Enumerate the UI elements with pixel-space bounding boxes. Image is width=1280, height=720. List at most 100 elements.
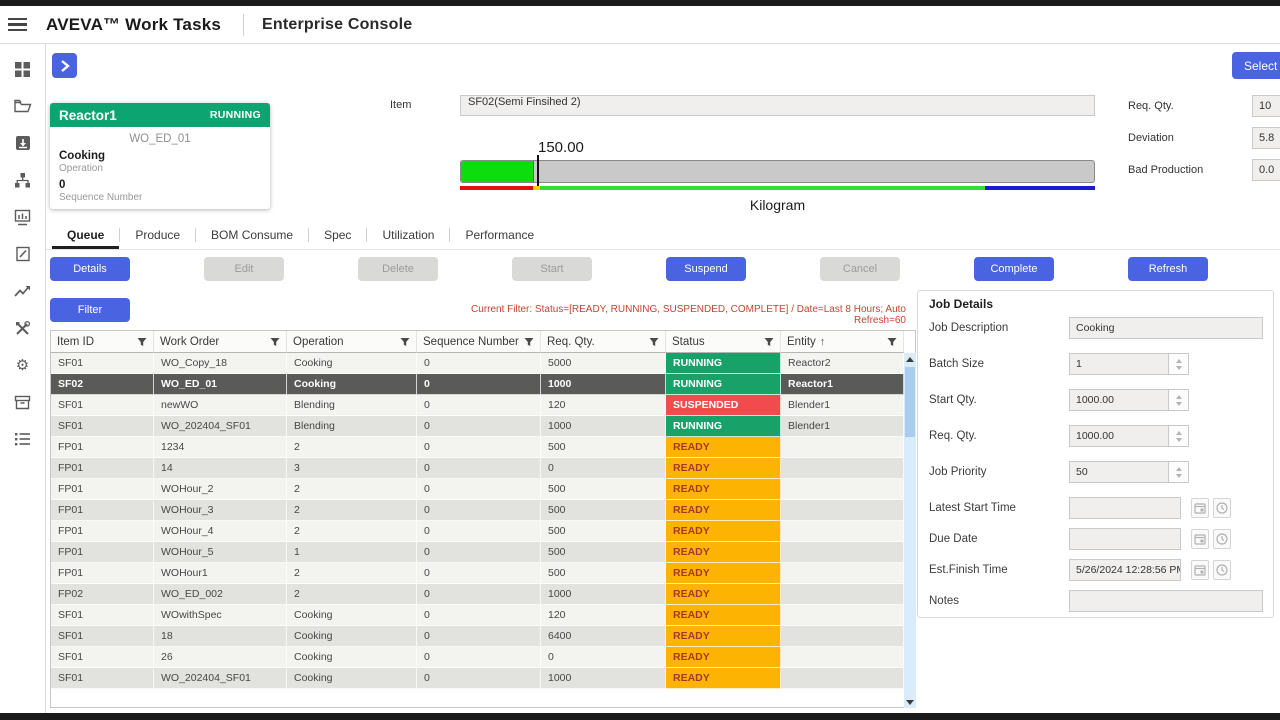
table-scrollbar[interactable] — [904, 353, 916, 708]
job-description-input[interactable]: Cooking — [1069, 317, 1263, 339]
table-row[interactable]: SF01WO_Copy_18Cooking05000RUNNINGReactor… — [51, 353, 904, 374]
filter-funnel-icon[interactable] — [270, 337, 280, 347]
spinner-up-icon[interactable] — [1176, 431, 1182, 435]
tab-queue[interactable]: Queue — [52, 224, 119, 249]
dashboard-icon[interactable] — [14, 60, 32, 78]
tab-performance[interactable]: Performance — [450, 224, 549, 249]
spinner-control[interactable] — [1169, 389, 1189, 411]
kpi-input-req-qty[interactable]: 10 — [1252, 95, 1280, 117]
spinner-down-icon[interactable] — [1176, 402, 1182, 406]
filter-funnel-icon[interactable] — [137, 337, 147, 347]
workflow-icon[interactable] — [14, 171, 32, 189]
table-row[interactable]: FP01WOHour_420500READY — [51, 521, 904, 542]
import-icon[interactable] — [14, 134, 32, 152]
refresh-button[interactable]: Refresh — [1128, 257, 1208, 281]
filter-funnel-icon[interactable] — [649, 337, 659, 347]
table-row[interactable]: SF01WO_202404_SF01Blending01000RUNNINGBl… — [51, 416, 904, 437]
scrollbar-thumb[interactable] — [905, 367, 915, 437]
column-header-label: Req. Qty. — [547, 336, 595, 348]
settings-gear-icon[interactable]: ⚙ — [14, 356, 32, 374]
table-row[interactable]: SF01WOwithSpecCooking0120READY — [51, 605, 904, 626]
kpi-input-deviation[interactable]: 5.8 — [1252, 127, 1280, 149]
due-date-input[interactable] — [1069, 528, 1181, 550]
calendar-icon[interactable] — [1191, 498, 1209, 518]
edit-document-icon[interactable] — [14, 245, 32, 263]
filter-funnel-icon[interactable] — [400, 337, 410, 347]
spinner-up-icon[interactable] — [1176, 359, 1182, 363]
table-row[interactable]: FP02WO_ED_002201000READY — [51, 584, 904, 605]
filter-funnel-icon[interactable] — [524, 337, 534, 347]
tab-spec[interactable]: Spec — [309, 224, 366, 249]
details-button[interactable]: Details — [50, 257, 130, 281]
spinner-up-icon[interactable] — [1176, 395, 1182, 399]
clock-icon[interactable] — [1213, 529, 1231, 549]
scroll-up-icon[interactable] — [904, 353, 916, 365]
kpi-input-bad-production[interactable]: 0.0 — [1252, 159, 1280, 181]
filter-button[interactable]: Filter — [50, 298, 130, 322]
spinner-control[interactable] — [1169, 461, 1189, 483]
spinner-down-icon[interactable] — [1176, 474, 1182, 478]
select-button[interactable]: Select — [1232, 52, 1280, 79]
batch-size-input[interactable]: 1 — [1069, 353, 1169, 375]
content-area: Select Reactor1 RUNNING WO_ED_01 Cooking… — [46, 44, 1280, 713]
latest-start-time-input[interactable] — [1069, 497, 1181, 519]
entity-card[interactable]: Reactor1 RUNNING WO_ED_01 Cooking Operat… — [50, 103, 270, 209]
calendar-icon[interactable] — [1191, 529, 1209, 549]
column-header-entity[interactable]: Entity↑ — [781, 331, 904, 353]
spinner-down-icon[interactable] — [1176, 366, 1182, 370]
est-finish-time-input[interactable]: 5/26/2024 12:28:56 PM — [1069, 559, 1181, 581]
job-field-start-qty: Start Qty.1000.00 — [929, 389, 1263, 411]
scroll-down-icon[interactable] — [904, 696, 916, 708]
calendar-icon[interactable] — [1191, 560, 1209, 580]
clock-icon[interactable] — [1213, 498, 1231, 518]
complete-button[interactable]: Complete — [974, 257, 1054, 281]
start-qty-input[interactable]: 1000.00 — [1069, 389, 1169, 411]
folder-icon[interactable] — [14, 97, 32, 115]
table-row[interactable]: FP01123420500READY — [51, 437, 904, 458]
suspend-button[interactable]: Suspend — [666, 257, 746, 281]
req-qty-input[interactable]: 1000.00 — [1069, 425, 1169, 447]
clock-icon[interactable] — [1213, 560, 1231, 580]
cell-entity: Blender1 — [781, 395, 904, 416]
item-input[interactable]: SF02(Semi Finsihed 2) — [460, 95, 1095, 116]
expand-panel-button[interactable] — [52, 53, 77, 78]
column-header-operation[interactable]: Operation — [287, 331, 417, 353]
job-priority-input[interactable]: 50 — [1069, 461, 1169, 483]
table-row[interactable]: FP0114300READY — [51, 458, 904, 479]
filter-funnel-icon[interactable] — [764, 337, 774, 347]
spinner-control[interactable] — [1169, 353, 1189, 375]
column-header-req-qty[interactable]: Req. Qty. — [541, 331, 666, 353]
cell-operation: Cooking — [287, 353, 417, 374]
table-row[interactable]: SF0126Cooking00READY — [51, 647, 904, 668]
sort-ascending-icon[interactable]: ↑ — [820, 336, 826, 348]
spinner-control[interactable] — [1169, 425, 1189, 447]
list-icon[interactable] — [14, 430, 32, 448]
tab-produce[interactable]: Produce — [120, 224, 195, 249]
column-header-work-order[interactable]: Work Order — [154, 331, 287, 353]
table-row[interactable]: FP01WOHour_510500READY — [51, 542, 904, 563]
table-row[interactable]: SF01newWOBlending0120SUSPENDEDBlender1 — [51, 395, 904, 416]
column-header-status[interactable]: Status — [666, 331, 781, 353]
table-row[interactable]: FP01WOHour_220500READY — [51, 479, 904, 500]
notes-input[interactable] — [1069, 590, 1263, 612]
spinner-down-icon[interactable] — [1176, 438, 1182, 442]
monitor-icon[interactable] — [14, 208, 32, 226]
table-row[interactable]: SF01WO_202404_SF01Cooking01000READY — [51, 668, 904, 689]
column-header-sequence-number[interactable]: Sequence Number — [417, 331, 541, 353]
tab-bom-consume[interactable]: BOM Consume — [196, 224, 308, 249]
table-row[interactable]: FP01WOHour120500READY — [51, 563, 904, 584]
trend-icon[interactable] — [14, 282, 32, 300]
tab-utilization[interactable]: Utilization — [367, 224, 449, 249]
archive-icon[interactable] — [14, 393, 32, 411]
spinner-up-icon[interactable] — [1176, 467, 1182, 471]
table-row[interactable]: SF0118Cooking06400READY — [51, 626, 904, 647]
job-details-title: Job Details — [929, 297, 1263, 311]
cell-operation: 2 — [287, 479, 417, 500]
column-header-item-id[interactable]: Item ID — [51, 331, 154, 353]
hamburger-menu-icon[interactable] — [8, 13, 38, 37]
table-row[interactable]: FP01WOHour_320500READY — [51, 500, 904, 521]
table-row[interactable]: SF02WO_ED_01Cooking01000RUNNINGReactor1 — [51, 374, 904, 395]
tools-icon[interactable] — [14, 319, 32, 337]
filter-funnel-icon[interactable] — [887, 337, 897, 347]
job-field-label: Start Qty. — [929, 394, 1069, 406]
